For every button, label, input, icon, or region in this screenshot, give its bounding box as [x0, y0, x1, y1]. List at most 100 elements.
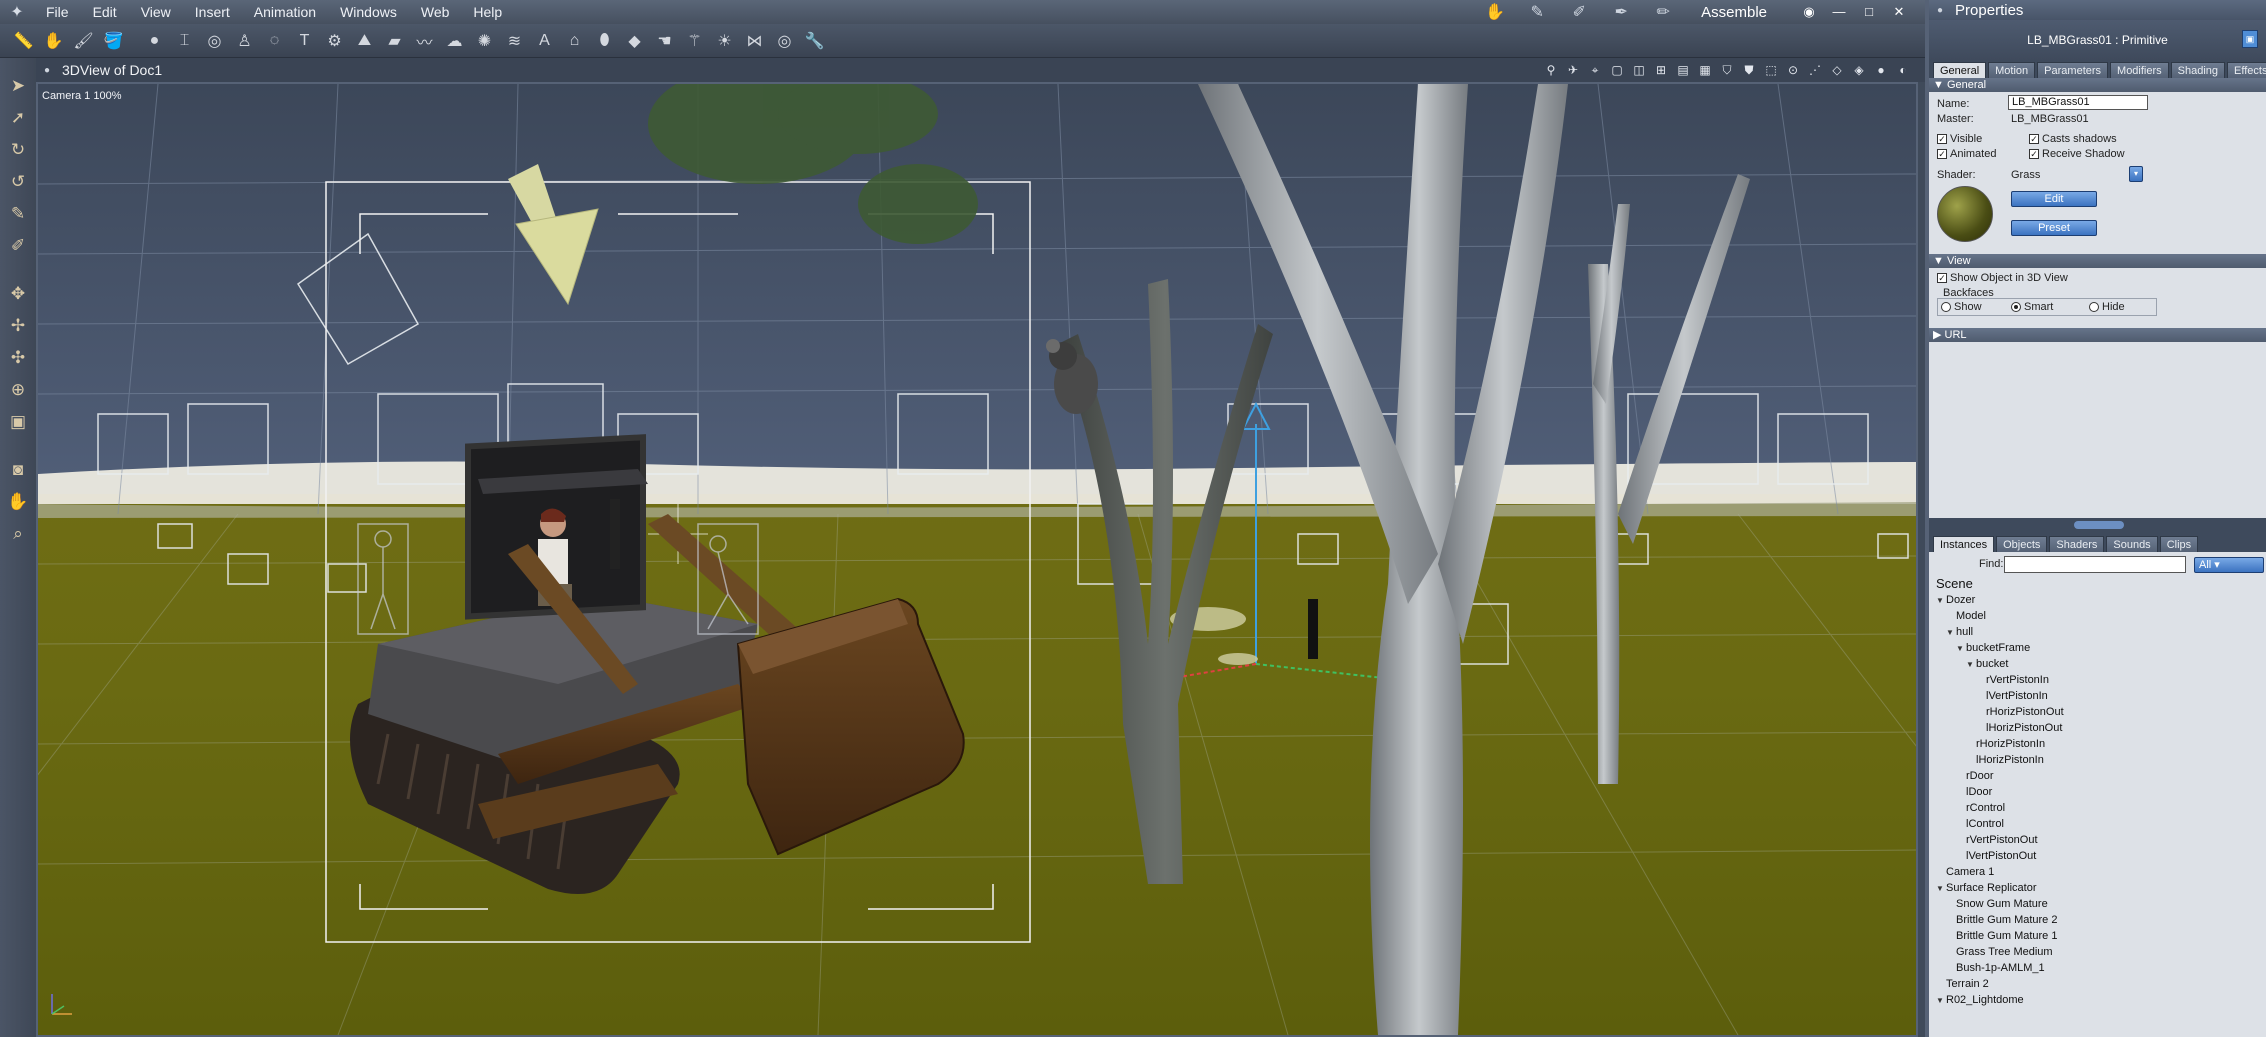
tree-item[interactable]: rControl	[1936, 800, 2266, 816]
paint-brush-icon[interactable]: ✐	[4, 232, 32, 260]
tab-general[interactable]: General	[1933, 62, 1987, 78]
figure-icon[interactable]: ♙	[231, 27, 258, 54]
tab-modifiers[interactable]: Modifiers	[2110, 62, 2169, 78]
sun-icon[interactable]: ☀	[711, 27, 738, 54]
torus-icon[interactable]: ◎	[201, 27, 228, 54]
move-all-icon[interactable]: ✣	[4, 344, 32, 372]
fly-icon[interactable]: ✈	[1565, 62, 1581, 78]
general-section-header[interactable]: ▼ General	[1929, 78, 2266, 92]
wand-icon[interactable]: ⚚	[681, 27, 708, 54]
scale-icon[interactable]: ⊕	[4, 376, 32, 404]
zoom-icon[interactable]: ⌕	[4, 520, 32, 548]
tree-item[interactable]: Bush-1p-AMLM_1	[1936, 960, 2266, 976]
bucket-icon[interactable]: 🪣	[100, 27, 127, 54]
tree-item[interactable]: ▼ R02_Lightdome	[1936, 992, 2266, 1008]
tree-item[interactable]: ▼ bucket	[1936, 656, 2266, 672]
expand-triangle-icon[interactable]: ▼	[1936, 993, 1946, 1009]
tree-item[interactable]: rHorizPistonOut	[1936, 704, 2266, 720]
expand-triangle-icon[interactable]: ▼	[1936, 881, 1946, 897]
shape-tool-icon[interactable]: ✎	[1523, 2, 1551, 22]
gear-icon[interactable]: ⚙	[321, 27, 348, 54]
sphere-textured-icon[interactable]: ◐	[1895, 62, 1911, 78]
menu-file[interactable]: File	[34, 4, 81, 20]
pin-icon[interactable]: ▣	[2242, 30, 2258, 48]
sphere-shaded-icon[interactable]: ●	[1873, 62, 1889, 78]
tree-item[interactable]: ▼ Dozer	[1936, 592, 2266, 608]
network-icon[interactable]: ⋈	[741, 27, 768, 54]
animated-checkbox[interactable]: ✓ Animated	[1937, 148, 1996, 160]
center-icon[interactable]: ⌖	[1587, 62, 1603, 78]
hand-tool-icon[interactable]: ✋	[1481, 2, 1509, 22]
tree-item[interactable]: ▼ hull	[1936, 624, 2266, 640]
move-xy-icon[interactable]: ✥	[4, 280, 32, 308]
minimize-icon[interactable]: —	[1831, 4, 1847, 20]
expand-triangle-icon[interactable]: ▼	[1936, 593, 1946, 609]
target-icon[interactable]: ◎	[771, 27, 798, 54]
ruler-icon[interactable]: 📏	[10, 27, 37, 54]
brush-tool-icon[interactable]: ✐	[1565, 2, 1593, 22]
visible-checkbox[interactable]: ✓ Visible	[1937, 133, 1982, 145]
cylinder-icon[interactable]: ⌶	[171, 27, 198, 54]
tab-shaders[interactable]: Shaders	[2049, 536, 2105, 552]
menu-windows[interactable]: Windows	[328, 4, 409, 20]
panel-menu-icon[interactable]: ●	[1937, 5, 1943, 16]
sky-icon[interactable]: ✺	[471, 27, 498, 54]
backfaces-hide-radio[interactable]: Hide	[2089, 301, 2125, 313]
text-icon[interactable]: T	[291, 27, 318, 54]
menu-help[interactable]: Help	[461, 4, 514, 20]
casts-shadows-checkbox[interactable]: ✓ Casts shadows	[2029, 133, 2117, 145]
hand-pose-icon[interactable]: ☚	[651, 27, 678, 54]
move-z-icon[interactable]: ✢	[4, 312, 32, 340]
menu-animation[interactable]: Animation	[242, 4, 328, 20]
tab-motion[interactable]: Motion	[1988, 62, 2036, 78]
menu-edit[interactable]: Edit	[81, 4, 129, 20]
wrench-icon[interactable]: 🔧	[801, 27, 828, 54]
cube-icon[interactable]: ◇	[1829, 62, 1845, 78]
name-field[interactable]: LB_MBGrass01	[2008, 95, 2148, 110]
menu-view[interactable]: View	[129, 4, 183, 20]
spiral-icon[interactable]: ◌	[261, 27, 288, 54]
capsule-icon[interactable]: ⬮	[591, 27, 618, 54]
select-arrow-icon[interactable]: ➤	[4, 72, 32, 100]
expand-triangle-icon[interactable]: ▼	[1956, 641, 1966, 657]
agc-icon[interactable]: A	[531, 27, 558, 54]
grid-view-icon[interactable]: ▦	[1697, 62, 1713, 78]
wave-icon[interactable]: 〰	[411, 27, 438, 54]
expand-triangle-icon[interactable]: ▼	[1966, 657, 1976, 673]
tree-item[interactable]: lVertPistonIn	[1936, 688, 2266, 704]
tree-item[interactable]: Terrain 2	[1936, 976, 2266, 992]
tree-item[interactable]: ▼ bucketFrame	[1936, 640, 2266, 656]
tree-item[interactable]: Brittle Gum Mature 1	[1936, 928, 2266, 944]
tree-item[interactable]: Grass Tree Medium	[1936, 944, 2266, 960]
rotate-icon[interactable]: ↻	[4, 136, 32, 164]
tree-item[interactable]: rDoor	[1936, 768, 2266, 784]
tree-item[interactable]: lVertPistonOut	[1936, 848, 2266, 864]
splitter-handle[interactable]	[2074, 521, 2124, 529]
bounding-icon[interactable]: ⬚	[1763, 62, 1779, 78]
shader-preview-sphere[interactable]	[1937, 186, 1993, 242]
tab-objects[interactable]: Objects	[1996, 536, 2048, 552]
tree-item[interactable]: Brittle Gum Mature 2	[1936, 912, 2266, 928]
eraser-tool-icon[interactable]: ✏	[1649, 2, 1677, 22]
tree-item[interactable]: lHorizPistonIn	[1936, 752, 2266, 768]
filter-dropdown[interactable]: All ▾	[2194, 557, 2264, 573]
plane-icon[interactable]: ▰	[381, 27, 408, 54]
hand-icon[interactable]: ✋	[40, 27, 67, 54]
tree-item[interactable]: rVertPistonIn	[1936, 672, 2266, 688]
tab-parameters[interactable]: Parameters	[2037, 62, 2109, 78]
pan-hand-icon[interactable]: ✋	[4, 488, 32, 516]
receive-shadow-checkbox[interactable]: ✓ Receive Shadow	[2029, 148, 2125, 160]
tree-item[interactable]: rHorizPistonIn	[1936, 736, 2266, 752]
tab-clips[interactable]: Clips	[2159, 536, 2199, 552]
rock-icon[interactable]: ◆	[621, 27, 648, 54]
wire-icon[interactable]: ⋰	[1807, 62, 1823, 78]
tree-item[interactable]: Camera 1	[1936, 864, 2266, 880]
tree-item[interactable]: Snow Gum Mature	[1936, 896, 2266, 912]
tab-effects[interactable]: Effects	[2227, 62, 2266, 78]
grass-tree-object[interactable]	[1308, 599, 1318, 659]
tab-instances[interactable]: Instances	[1933, 536, 1995, 552]
menu-insert[interactable]: Insert	[183, 4, 242, 20]
show-object-checkbox[interactable]: ✓ Show Object in 3D View	[1937, 272, 2068, 284]
light-icon[interactable]: ⊙	[1785, 62, 1801, 78]
tree-item[interactable]: lHorizPistonOut	[1936, 720, 2266, 736]
